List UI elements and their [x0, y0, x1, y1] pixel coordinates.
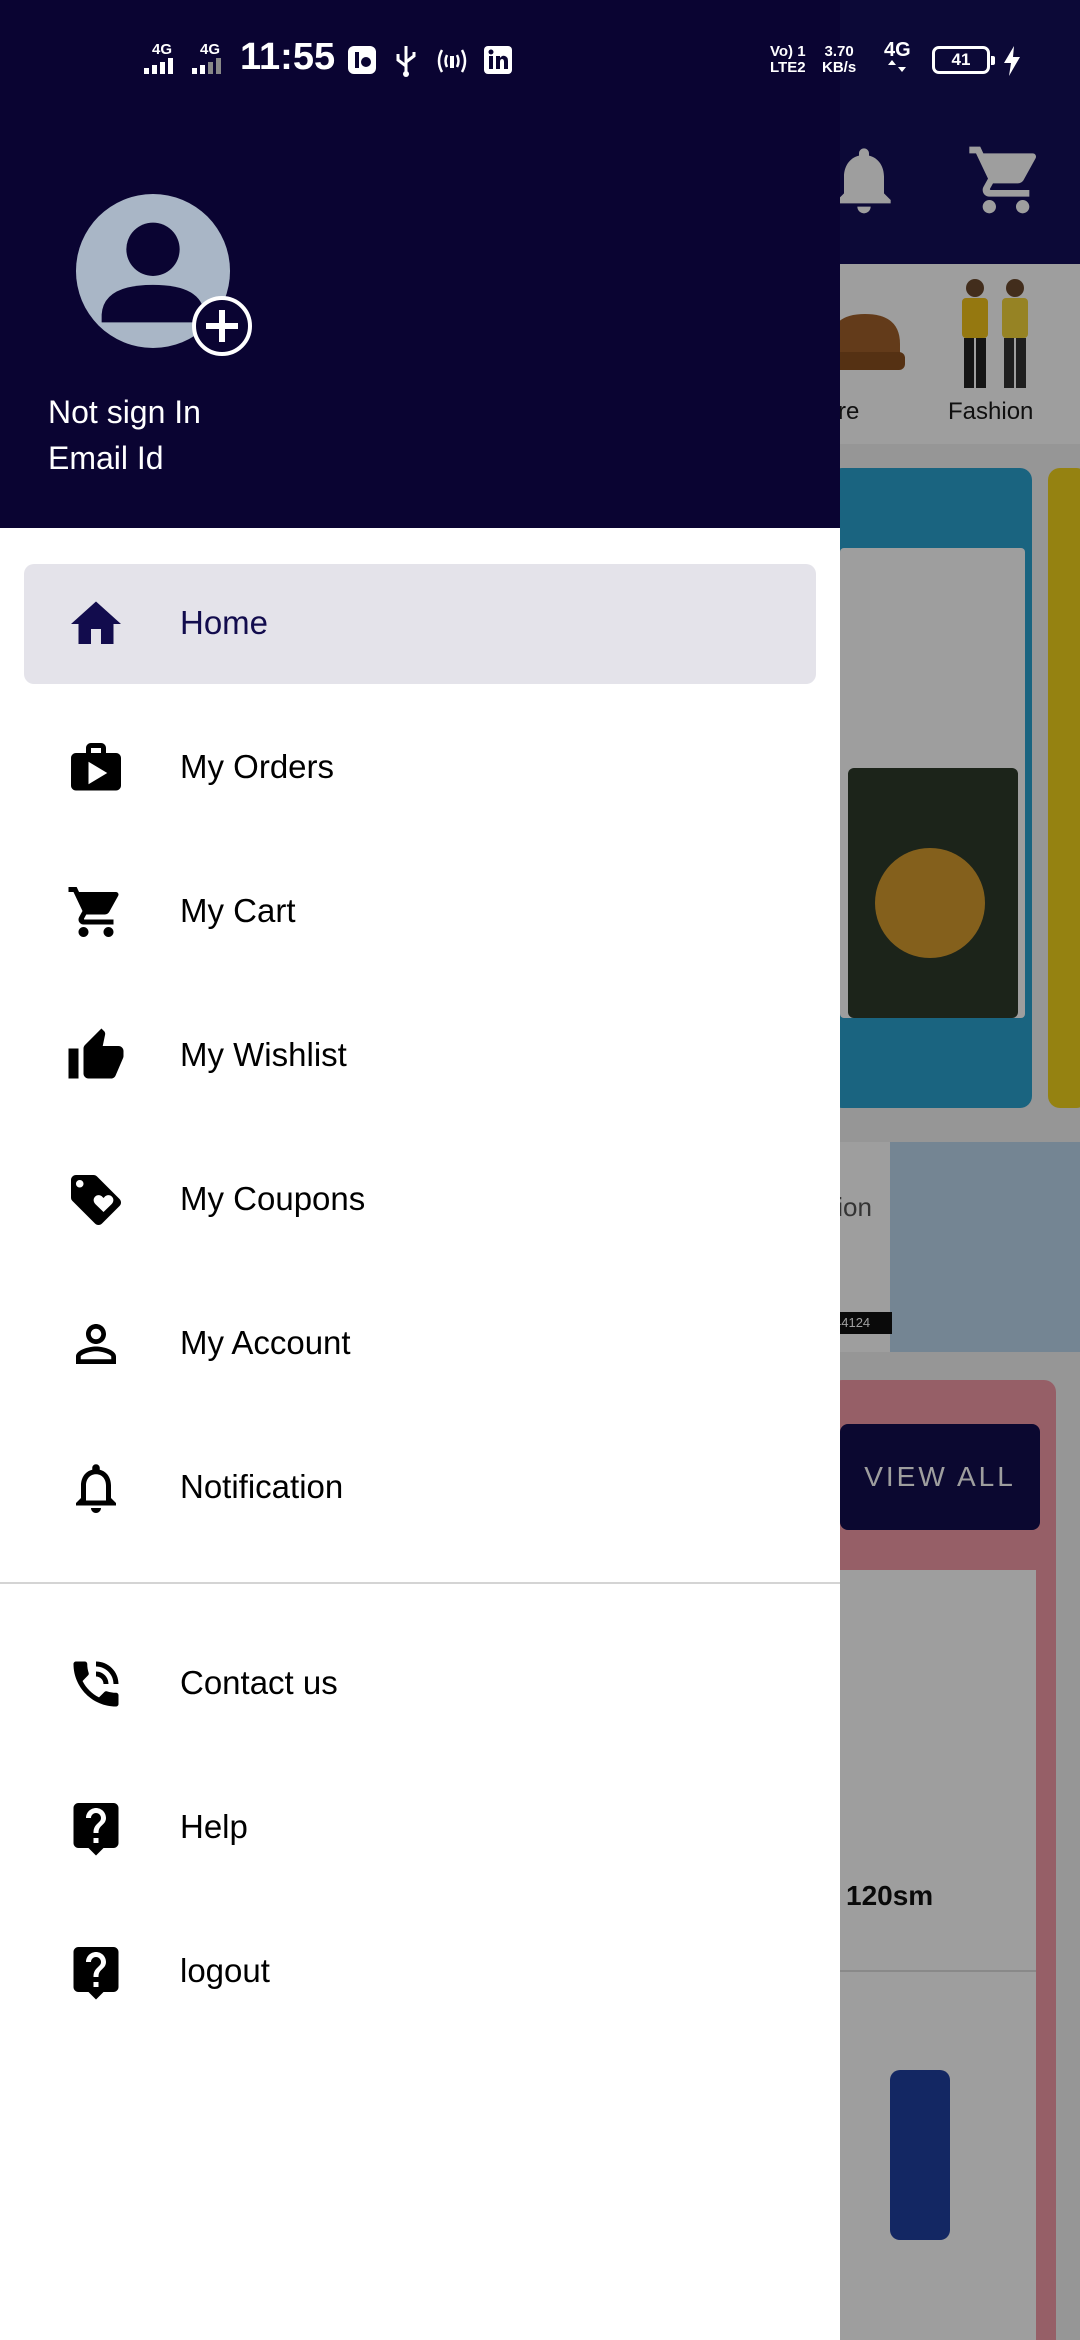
status-time: 11:55 [240, 36, 336, 78]
help-icon [73, 1803, 119, 1856]
network-speed: 3.70 KB/s [822, 43, 857, 76]
menu-item-notification[interactable]: Notification [24, 1428, 816, 1548]
network-indicator-3: 4G [884, 40, 911, 74]
linkedin-icon [484, 46, 512, 74]
hotspot-icon [437, 49, 467, 73]
menu-item-contact-us[interactable]: Contact us [24, 1624, 816, 1744]
user-name: Not sign In [48, 394, 201, 430]
menu-label-my-orders: My Orders [180, 748, 335, 785]
signal-bars-icon [144, 58, 173, 74]
menu-label-my-cart: My Cart [180, 892, 296, 929]
menu-divider [0, 1582, 840, 1584]
menu-label-logout: logout [180, 1952, 270, 1989]
menu-item-my-cart[interactable]: My Cart [24, 852, 816, 972]
thumbs-up-icon [68, 1028, 124, 1079]
network-indicator-1: 4G [144, 42, 180, 78]
usb-icon [396, 46, 416, 77]
menu-label-help: Help [180, 1808, 248, 1845]
menu-item-my-orders[interactable]: My Orders [24, 708, 816, 828]
phone-icon [73, 1661, 119, 1707]
menu-label-my-wishlist: My Wishlist [180, 1036, 347, 1073]
cart-icon [68, 887, 119, 937]
menu-label-my-coupons: My Coupons [180, 1180, 366, 1217]
bell-icon [76, 1464, 116, 1513]
logout-icon [73, 1947, 119, 2000]
menu-label-contact-us: Contact us [180, 1664, 338, 1701]
data-arrows-icon [888, 60, 907, 72]
account-icon [76, 1324, 116, 1364]
menu-item-my-account[interactable]: My Account [24, 1284, 816, 1404]
user-email: Email Id [48, 440, 164, 476]
menu-label-my-account: My Account [180, 1324, 351, 1361]
app-notification-icon [348, 46, 376, 74]
menu-item-my-coupons[interactable]: My Coupons [24, 1140, 816, 1260]
menu-label-notification: Notification [180, 1468, 344, 1505]
menu-item-help[interactable]: Help [24, 1768, 816, 1888]
menu-item-my-wishlist[interactable]: My Wishlist [24, 996, 816, 1116]
navigation-drawer: Not sign In Email Id Home My Orders My C… [0, 0, 840, 2340]
menu-item-logout[interactable]: logout [24, 1912, 816, 2032]
coupon-tag-icon [71, 1175, 121, 1225]
menu-label-home: Home [180, 604, 269, 641]
add-photo-icon[interactable] [190, 294, 254, 358]
battery-indicator: 41 [932, 46, 995, 74]
volte-indicator: Vo) 1 LTE2 [770, 43, 806, 76]
orders-icon [71, 743, 121, 791]
menu-item-home[interactable]: Home [24, 564, 816, 684]
signal-bars-icon [192, 58, 221, 74]
home-icon [71, 601, 121, 644]
network-indicator-2: 4G [192, 42, 228, 78]
status-bar: 4G 4G 11:55 Vo) 1 LTE2 3.70 KB/s 4G 41 [0, 0, 1080, 120]
charging-bolt-icon [1004, 46, 1020, 76]
